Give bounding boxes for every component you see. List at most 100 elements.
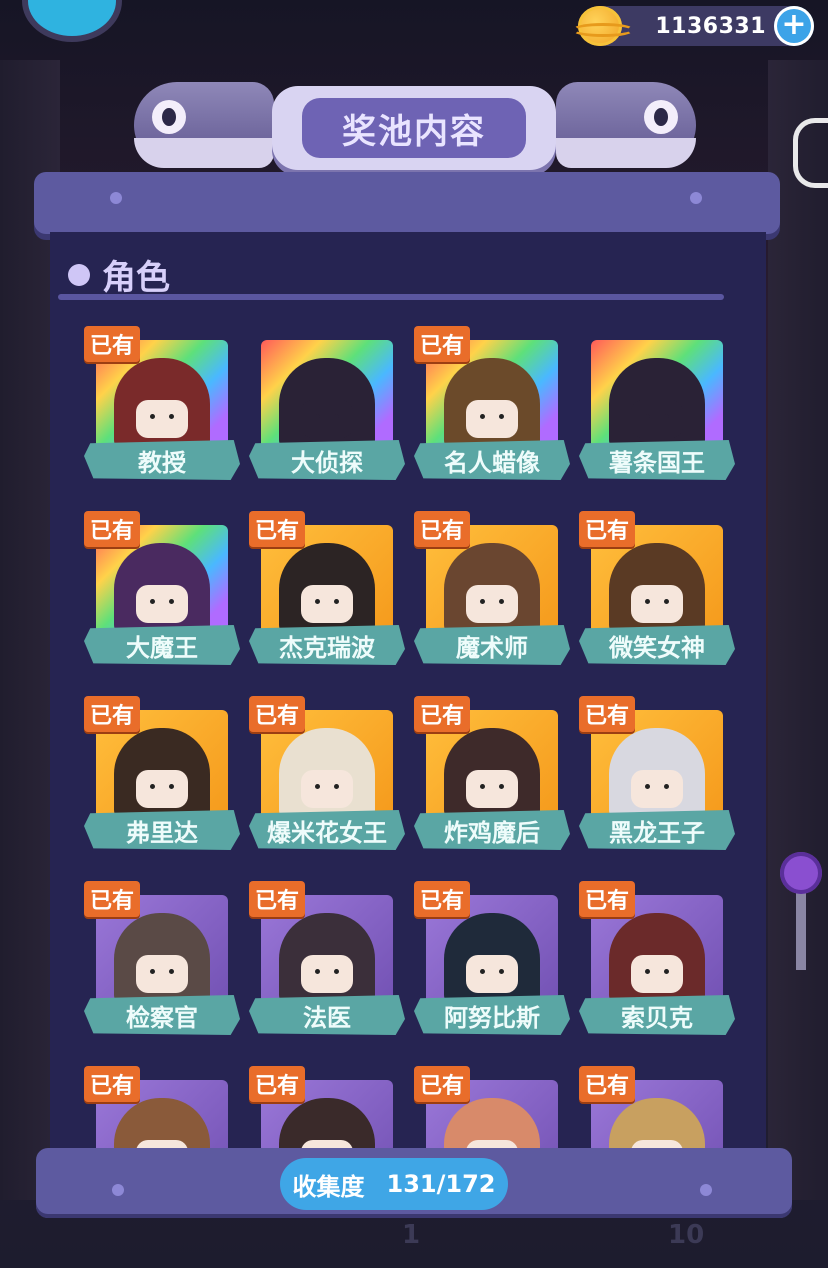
planet-coin-icon <box>572 6 634 46</box>
character-name: 大侦探 <box>249 440 405 480</box>
character-name: 微笑女神 <box>579 625 735 665</box>
character-sprite <box>114 913 210 1005</box>
owned-badge: 已有 <box>249 1066 306 1102</box>
title-plaque: 奖池内容 <box>272 86 556 170</box>
lever-knob-icon[interactable] <box>780 852 822 894</box>
owned-badge: 已有 <box>249 696 306 732</box>
character-name: 索贝克 <box>579 995 735 1035</box>
owned-badge: 已有 <box>84 326 141 362</box>
owned-badge: 已有 <box>84 511 141 547</box>
owned-badge: 已有 <box>84 1066 141 1102</box>
character-name: 检察官 <box>84 995 240 1035</box>
character-name: 杰克瑞波 <box>249 625 405 665</box>
currency-display: 1136331 + <box>572 6 814 46</box>
character-name: 魔术师 <box>414 625 570 665</box>
bg-number: 10 <box>668 1220 705 1250</box>
character-card[interactable]: 已有 魔术师 <box>414 511 574 675</box>
divider <box>58 294 724 300</box>
lever-stick <box>796 890 806 970</box>
character-sprite <box>279 1098 375 1148</box>
character-sprite <box>279 358 375 450</box>
character-name: 教授 <box>84 440 240 480</box>
character-card[interactable]: 已有 <box>84 1066 244 1148</box>
character-name: 弗里达 <box>84 810 240 850</box>
currency-value: 1136331 <box>655 13 766 39</box>
owned-badge: 已有 <box>579 881 636 917</box>
owned-badge: 已有 <box>249 881 306 917</box>
character-sprite <box>609 358 705 450</box>
collection-value: 131/172 <box>386 1170 496 1198</box>
owned-badge: 已有 <box>414 1066 471 1102</box>
character-sprite <box>609 1098 705 1148</box>
owned-badge: 已有 <box>579 511 636 547</box>
character-card[interactable]: 已有 法医 <box>249 881 409 1045</box>
character-card[interactable]: 已有 教授 <box>84 326 244 490</box>
character-name: 薯条国王 <box>579 440 735 480</box>
owned-badge: 已有 <box>414 881 471 917</box>
character-card[interactable]: 已有 <box>579 1066 739 1148</box>
character-name: 法医 <box>249 995 405 1035</box>
character-name: 阿努比斯 <box>414 995 570 1035</box>
character-sprite <box>444 543 540 635</box>
character-sprite <box>279 913 375 1005</box>
owned-badge: 已有 <box>579 1066 636 1102</box>
fish-ornament-left <box>134 82 274 168</box>
character-sprite <box>114 728 210 820</box>
character-name: 大魔王 <box>84 625 240 665</box>
character-sprite <box>609 913 705 1005</box>
character-name: 黑龙王子 <box>579 810 735 850</box>
character-card[interactable]: 已有 黑龙王子 <box>579 696 739 860</box>
background-right <box>768 60 828 1200</box>
section-title: 角色 <box>102 258 170 298</box>
owned-badge: 已有 <box>84 881 141 917</box>
character-portrait <box>591 340 723 450</box>
character-card[interactable]: 已有 检察官 <box>84 881 244 1045</box>
character-card[interactable]: 已有 阿努比斯 <box>414 881 574 1045</box>
character-sprite <box>609 543 705 635</box>
character-card[interactable]: 已有 索贝克 <box>579 881 739 1045</box>
character-card[interactable]: 已有 <box>249 1066 409 1148</box>
character-sprite <box>444 913 540 1005</box>
clip-icon[interactable] <box>793 118 828 188</box>
character-card[interactable]: 已有 炸鸡魔后 <box>414 696 574 860</box>
section-header: 角色 <box>68 250 170 299</box>
character-card[interactable]: 已有 爆米花女王 <box>249 696 409 860</box>
character-card[interactable]: 已有 名人蜡像 <box>414 326 574 490</box>
owned-badge: 已有 <box>414 511 471 547</box>
fish-ornament-right <box>556 82 696 168</box>
bg-number: 1 <box>402 1220 421 1250</box>
owned-badge: 已有 <box>414 696 471 732</box>
scroll-frame-top <box>34 172 780 234</box>
character-name: 爆米花女王 <box>249 810 405 850</box>
owned-badge: 已有 <box>579 696 636 732</box>
character-sprite <box>444 358 540 450</box>
character-sprite <box>114 358 210 450</box>
character-name: 炸鸡魔后 <box>414 810 570 850</box>
top-bar: 1136331 + <box>0 0 828 52</box>
character-card[interactable]: 大侦探 <box>249 340 409 490</box>
character-sprite <box>114 543 210 635</box>
corner-avatar-icon[interactable] <box>22 0 122 42</box>
character-sprite <box>279 543 375 635</box>
collection-label: 收集度 <box>292 1172 365 1201</box>
add-currency-button[interactable]: + <box>774 6 814 46</box>
owned-badge: 已有 <box>249 511 306 547</box>
owned-badge: 已有 <box>84 696 141 732</box>
bullet-icon <box>68 263 90 286</box>
character-sprite <box>609 728 705 820</box>
character-name: 名人蜡像 <box>414 440 570 480</box>
character-sprite <box>444 1098 540 1148</box>
character-sprite <box>279 728 375 820</box>
character-card[interactable]: 已有 弗里达 <box>84 696 244 860</box>
collection-progress: 收集度 131/172 <box>280 1158 508 1210</box>
character-card[interactable]: 已有 <box>414 1066 574 1148</box>
character-card[interactable]: 已有 微笑女神 <box>579 511 739 675</box>
character-card[interactable]: 薯条国王 <box>579 340 739 490</box>
character-sprite <box>114 1098 210 1148</box>
prize-pool-panel[interactable]: 角色 已有 教授 大侦探 已有 名人蜡像 薯条国王 已有 大魔王 已有 杰克瑞波 已有 魔术师 已有 微笑… <box>50 232 766 1148</box>
character-portrait <box>261 340 393 450</box>
page-title: 奖池内容 <box>342 111 486 152</box>
character-card[interactable]: 已有 大魔王 <box>84 511 244 675</box>
character-card[interactable]: 已有 杰克瑞波 <box>249 511 409 675</box>
character-sprite <box>444 728 540 820</box>
